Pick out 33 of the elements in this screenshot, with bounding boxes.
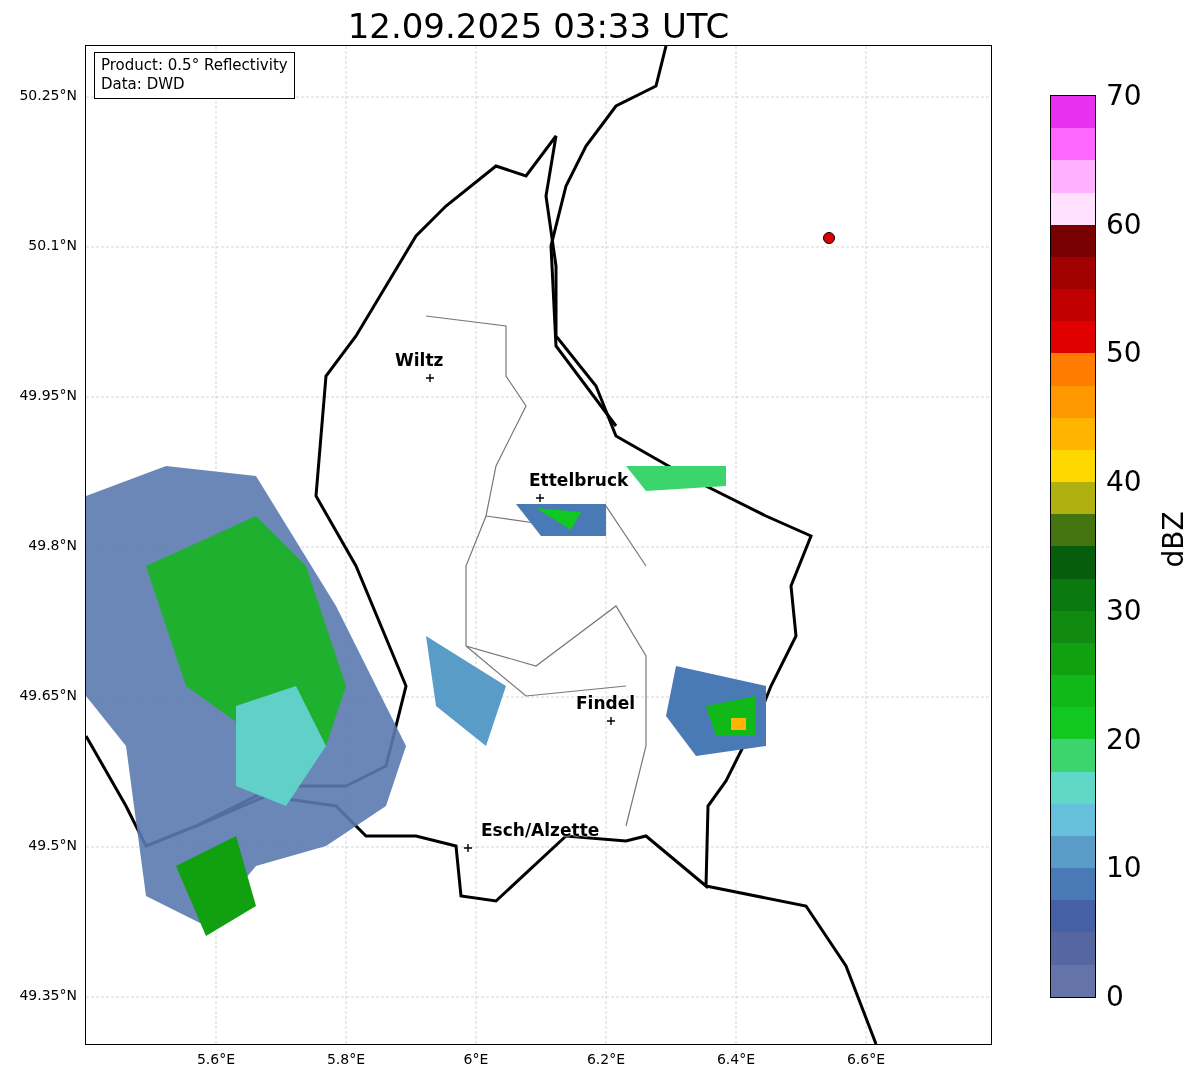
axis-tick-label: 5.6°E <box>195 1051 237 1067</box>
color-bar-tick-label: 40 <box>1105 465 1142 499</box>
axis-tick-label: 49.95°N <box>19 387 77 403</box>
axis-tick-label: 6°E <box>462 1051 490 1067</box>
chart-title: 12.09.2025 03:33 UTC <box>346 5 731 45</box>
cross-marker-icon <box>426 374 434 382</box>
color-bar-tick-label: 60 <box>1105 207 1142 241</box>
axis-tick-label: 5.8°E <box>325 1051 367 1067</box>
info-text: Product: 0.5° Reflectivity <box>101 56 288 75</box>
color-bar-tick-label: 0 <box>1105 980 1124 1013</box>
cross-marker-icon <box>536 494 544 502</box>
place-label: Wiltz <box>395 350 444 370</box>
color-bar-tick-label: 50 <box>1105 336 1142 370</box>
place-label: Esch/Alzette <box>481 820 600 840</box>
color-bar-tick-label: 30 <box>1105 593 1142 627</box>
color-bar-tick-label: 20 <box>1105 722 1142 756</box>
axis-tick-label: 6.6°E <box>845 1051 887 1067</box>
place-label: Findel <box>576 693 636 713</box>
info-text: Data: DWD <box>101 75 186 94</box>
cross-marker-icon <box>607 717 615 725</box>
axis-tick-label: 49.5°N <box>28 837 77 853</box>
axis-tick-label: 49.35°N <box>19 987 77 1003</box>
axis-tick-label: 6.2°E <box>585 1051 627 1067</box>
color-bar-label: dBZ <box>1156 511 1184 568</box>
axis-tick-label: 49.65°N <box>19 687 77 703</box>
color-bar-tick-label: 10 <box>1105 851 1142 885</box>
axis-tick-label: 6.4°E <box>715 1051 757 1067</box>
place-label: Ettelbruck <box>529 470 629 490</box>
axis-tick-label: 49.8°N <box>28 537 77 553</box>
color-bar-tick-label: 70 <box>1105 79 1142 112</box>
axis-tick-label: 50.1°N <box>28 237 77 253</box>
axis-tick-label: 50.25°N <box>19 87 77 103</box>
cross-marker-icon <box>464 844 472 852</box>
